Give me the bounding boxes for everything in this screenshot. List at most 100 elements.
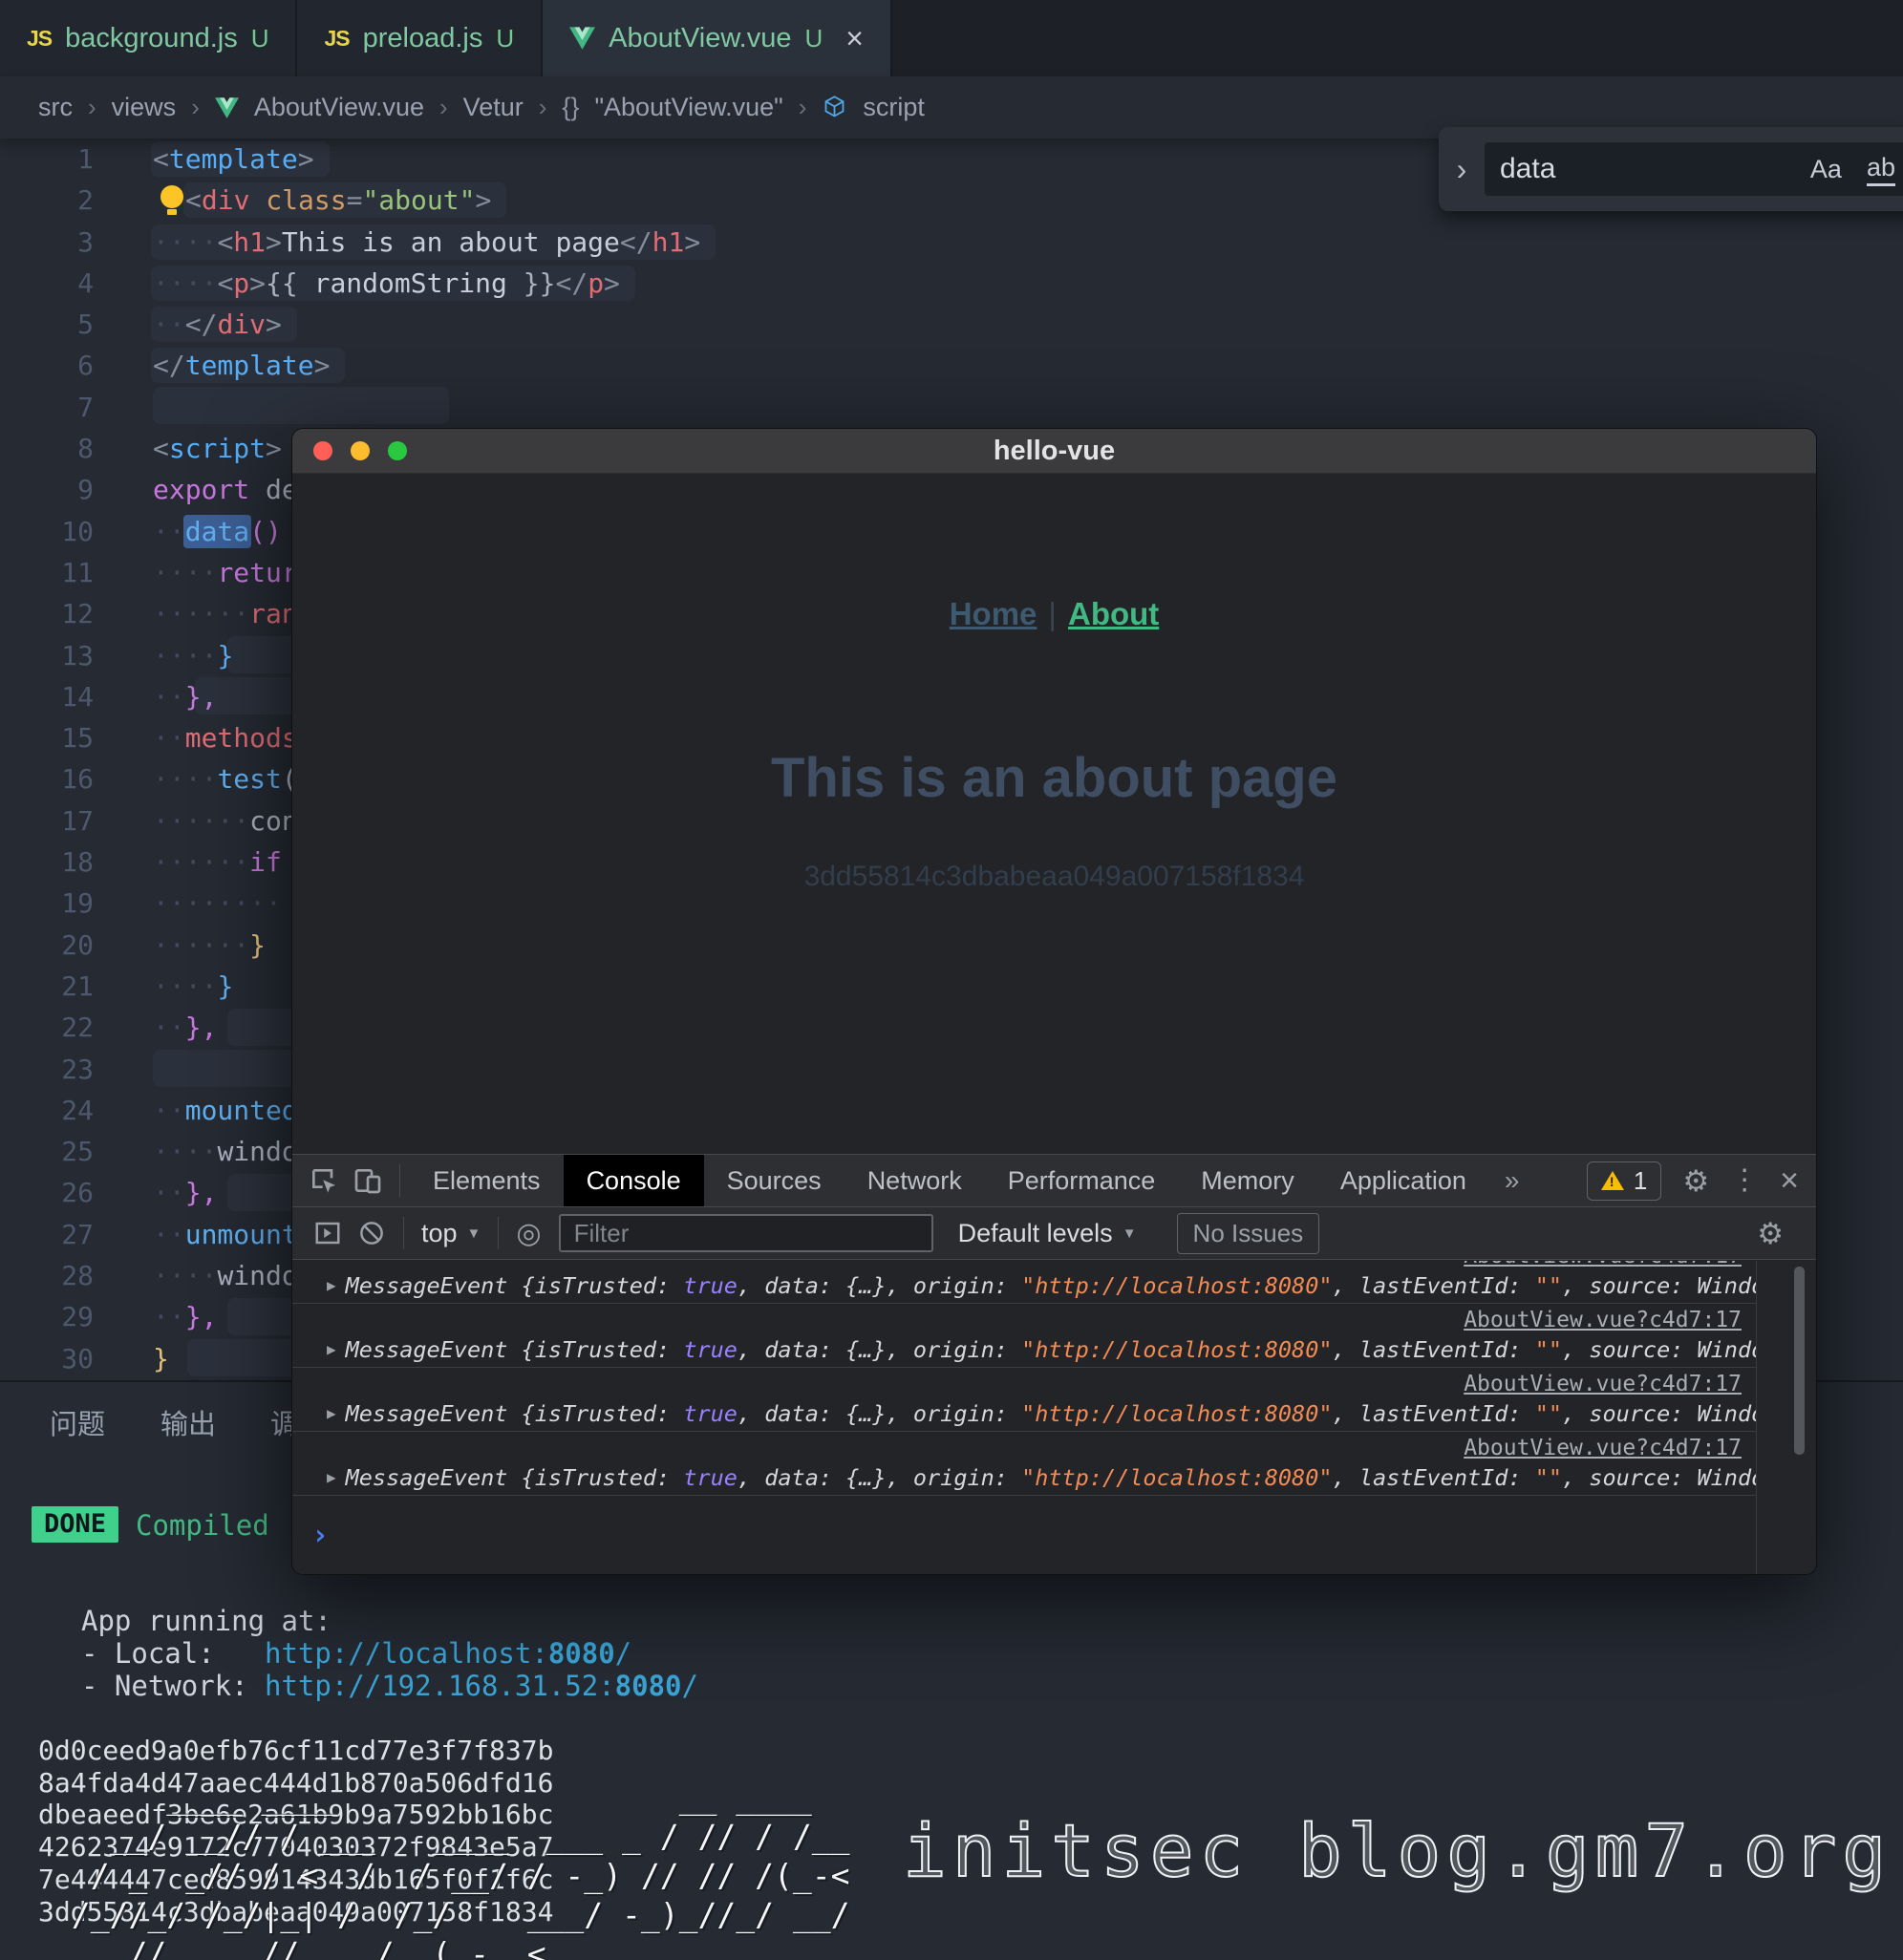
devtools-menu-icon[interactable]: ⋮ [1730,1166,1759,1195]
region-ghost [153,387,449,424]
code-line: 4····<p>{{ randomString }}</p> [0,263,1903,304]
no-issues-button[interactable]: No Issues [1177,1213,1320,1254]
console-prompt[interactable]: › [292,1500,1757,1552]
live-expression-icon[interactable]: ◎ [508,1217,548,1250]
source-link[interactable]: AboutView.vue?c4d7:17 [292,1261,1757,1268]
code-line: 6</template> [0,345,1903,386]
warning-triangle-icon: ! [1601,1171,1624,1190]
code-token: > [604,267,620,299]
code-token: ·· [153,1177,185,1208]
minimize-window-button[interactable] [351,441,370,460]
devtools-close-icon[interactable]: × [1780,1164,1799,1197]
close-window-button[interactable] [313,441,332,460]
window-title: hello-vue [994,436,1115,467]
code-token: }, [185,1301,218,1332]
devtools-tab-sources[interactable]: Sources [704,1155,845,1206]
devtools-tab-application[interactable]: Application [1317,1155,1489,1206]
expand-arrow-icon[interactable]: ▶ [327,1340,346,1358]
match-case-icon[interactable]: Aa [1810,155,1842,184]
breadcrumb-views[interactable]: views [112,93,177,122]
whole-word-icon[interactable]: ab [1867,153,1895,186]
tab-aboutview-vue[interactable]: AboutView.vue U × [543,0,892,76]
breadcrumb-vetur[interactable]: Vetur [463,93,524,122]
window-titlebar[interactable]: hello-vue [292,429,1816,474]
terminal-line: - Network:http://192.168.31.52:8080/ [81,1670,698,1702]
console-sidebar-icon[interactable] [306,1219,350,1247]
devtools-tab-elements[interactable]: Elements [410,1155,564,1206]
panel-tab-problems[interactable]: 问题 [50,1402,105,1442]
code-token: () [249,516,282,547]
nav-divider: | [1037,596,1068,631]
panel-tab-output[interactable]: 输出 [160,1402,216,1442]
source-link[interactable]: AboutView.vue?c4d7:17 [292,1372,1757,1396]
code-token: This is an about page [282,226,620,258]
console-scrollbar[interactable] [1756,1261,1816,1574]
code-token: p [588,267,604,299]
devtools-tab-network[interactable]: Network [845,1155,985,1206]
source-link[interactable]: AboutView.vue?c4d7:17 [292,1436,1757,1460]
code-token: ···· [153,1260,217,1291]
device-toolbar-icon[interactable] [346,1165,390,1196]
breadcrumb-quoted-file[interactable]: "AboutView.vue" [594,93,782,122]
breadcrumb-script[interactable]: script [863,93,925,122]
context-selector[interactable]: top▼ [414,1219,488,1248]
clear-console-icon[interactable] [350,1219,394,1247]
code-token: {{ [266,267,314,299]
code-token: ···· [153,763,217,795]
network-url-link[interactable]: http://192.168.31.52:8080/ [265,1670,698,1702]
console-log-area[interactable]: AboutView.vue?c4d7:17 ▶MessageEvent {isT… [292,1261,1757,1574]
console-settings-icon[interactable]: ⚙ [1757,1219,1784,1248]
symbol-cube-icon [822,95,847,120]
log-levels-selector[interactable]: Default levels▼ [951,1219,1144,1248]
devtools-settings-icon[interactable]: ⚙ [1682,1166,1709,1196]
code-token: template [185,350,314,381]
nav-link-about[interactable]: About [1068,596,1159,631]
code-token: if [249,846,282,878]
warnings-badge[interactable]: !1 [1587,1161,1661,1201]
code-token: < [217,267,233,299]
tab-label: background.js [65,23,238,54]
close-icon[interactable]: × [845,23,864,53]
devtools-tab-performance[interactable]: Performance [985,1155,1179,1206]
untracked-badge: U [496,24,514,53]
code-token: ······ [153,929,249,961]
find-input[interactable]: data Aa ab [1485,142,1903,196]
lightbulb-icon[interactable] [160,185,183,208]
about-page-heading: This is an about page [292,746,1816,810]
compiled-status: Compiled [136,1506,269,1543]
nav-link-home[interactable]: Home [950,596,1037,631]
tab-label: preload.js [363,23,483,54]
tab-preload-js[interactable]: JS preload.js U [297,0,543,76]
local-url-link[interactable]: http://localhost:8080/ [265,1637,631,1670]
devtools-tab-console[interactable]: Console [564,1155,704,1206]
source-link[interactable]: AboutView.vue?c4d7:17 [292,1308,1757,1332]
code-token: ······ [153,805,249,837]
chevron-right-icon: › [191,93,200,122]
scrollbar-thumb[interactable] [1794,1267,1805,1455]
code-token: test [217,763,281,795]
code-token: ·· [153,1095,185,1126]
untracked-badge: U [251,24,269,53]
devtools-tab-memory[interactable]: Memory [1178,1155,1317,1206]
more-tabs-icon[interactable]: » [1489,1165,1535,1196]
breadcrumb-file[interactable]: AboutView.vue [254,93,424,122]
code-token: ·· [153,1219,185,1250]
tab-background-js[interactable]: JS background.js U [0,0,297,76]
code-token: ·· [153,1301,185,1332]
chevron-right-icon: › [539,93,547,122]
expand-arrow-icon[interactable]: ▶ [327,1468,346,1486]
code-token: ······ [153,598,249,629]
find-query: data [1500,153,1555,185]
zoom-window-button[interactable] [388,441,407,460]
chevron-right-icon: › [799,93,807,122]
breadcrumb-src[interactable]: src [38,93,73,122]
code-token: } [153,1343,169,1374]
divider [498,1217,499,1249]
console-filter-input[interactable]: Filter [559,1214,933,1252]
expand-arrow-icon[interactable]: ▶ [327,1276,346,1294]
chevron-down-icon: ▼ [1123,1225,1137,1242]
find-expand-chevron-icon[interactable]: › [1439,152,1485,187]
code-token: } [217,970,233,1002]
expand-arrow-icon[interactable]: ▶ [327,1404,346,1422]
inspect-element-icon[interactable] [302,1165,346,1196]
